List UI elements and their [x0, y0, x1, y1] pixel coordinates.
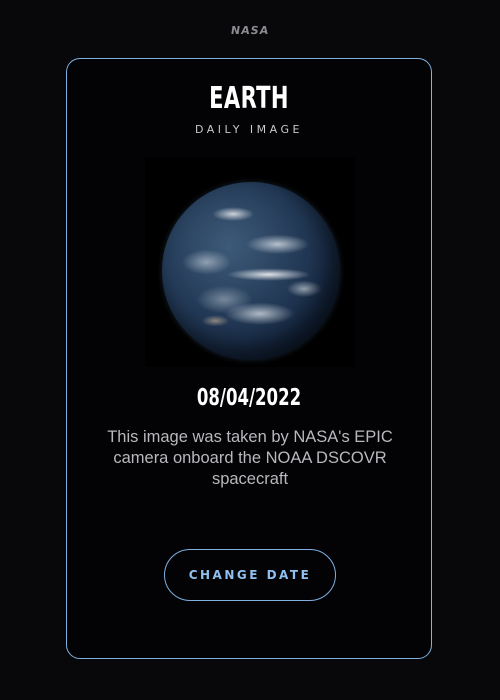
image-date: 08/04/2022	[196, 385, 302, 411]
change-date-button[interactable]: CHANGE DATE	[164, 549, 336, 601]
card-title: EARTH	[209, 81, 289, 116]
earth-image-card: EARTH DAILY IMAGE 08/04/2022 This image …	[66, 58, 432, 659]
nasa-logo: NASA	[230, 24, 270, 37]
card-subtitle: DAILY IMAGE	[195, 123, 303, 136]
earth-globe-image	[162, 182, 340, 360]
image-description: This image was taken by NASA's EPIC came…	[107, 428, 393, 488]
earth-image-frame	[145, 157, 355, 367]
